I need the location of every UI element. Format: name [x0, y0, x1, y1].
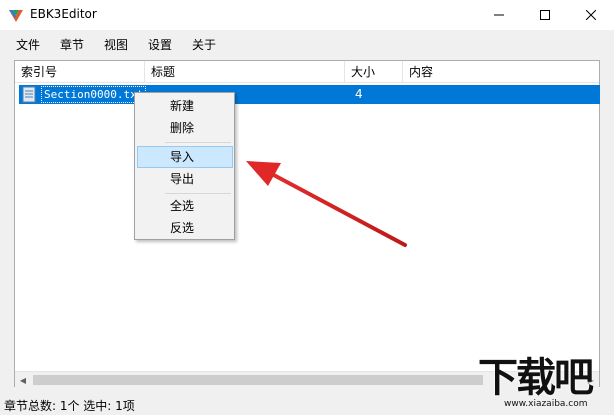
- file-icon: [22, 86, 36, 103]
- menu-chapter[interactable]: 章节: [60, 36, 84, 53]
- minimize-button[interactable]: [476, 0, 522, 30]
- maximize-icon: [540, 10, 550, 20]
- row-index-cell: Section0000.txt: [41, 86, 147, 103]
- context-item-invert-selection[interactable]: 反选: [137, 217, 233, 239]
- status-text: 章节总数: 1个 选中: 1项: [4, 399, 135, 413]
- menu-file[interactable]: 文件: [16, 36, 40, 53]
- column-index[interactable]: 索引号: [15, 61, 145, 83]
- watermark-logo: 下载吧 www.xiazaiba.com: [478, 355, 612, 413]
- context-separator: [165, 193, 231, 194]
- menu-view[interactable]: 视图: [104, 36, 128, 53]
- scroll-left-icon[interactable]: ◀: [15, 372, 31, 388]
- window-title: EBK3Editor: [30, 7, 97, 21]
- column-size[interactable]: 大小: [345, 61, 403, 83]
- scroll-thumb[interactable]: [33, 375, 483, 385]
- watermark-text: 下载吧: [478, 355, 594, 401]
- column-content[interactable]: 内容: [403, 61, 599, 83]
- menu-about[interactable]: 关于: [192, 36, 216, 53]
- context-menu: 新建 删除 导入 导出 全选 反选: [134, 92, 235, 240]
- context-item-export[interactable]: 导出: [137, 168, 233, 190]
- context-separator: [165, 142, 231, 143]
- app-logo-icon: [9, 10, 23, 22]
- menu-bar: 文件 章节 视图 设置 关于: [0, 30, 374, 58]
- menu-settings[interactable]: 设置: [148, 36, 172, 53]
- title-bar[interactable]: EBK3Editor: [0, 0, 614, 30]
- table-row[interactable]: Section0000.txt 4: [19, 85, 600, 104]
- context-item-select-all[interactable]: 全选: [137, 195, 233, 217]
- close-button[interactable]: [568, 0, 614, 30]
- column-title[interactable]: 标题: [145, 61, 345, 83]
- context-item-delete[interactable]: 删除: [137, 117, 233, 139]
- chapter-list[interactable]: 索引号 标题 大小 内容 Section0000.txt 4 ◀ ▶: [14, 60, 600, 387]
- watermark-url: www.xiazaiba.com: [504, 399, 588, 409]
- context-item-import[interactable]: 导入: [137, 146, 233, 168]
- minimize-icon: [494, 14, 504, 16]
- maximize-button[interactable]: [522, 0, 568, 30]
- list-header: 索引号 标题 大小 内容: [15, 61, 599, 83]
- row-size-cell: 4: [355, 87, 363, 101]
- context-item-new[interactable]: 新建: [137, 95, 233, 117]
- close-icon: [586, 10, 596, 20]
